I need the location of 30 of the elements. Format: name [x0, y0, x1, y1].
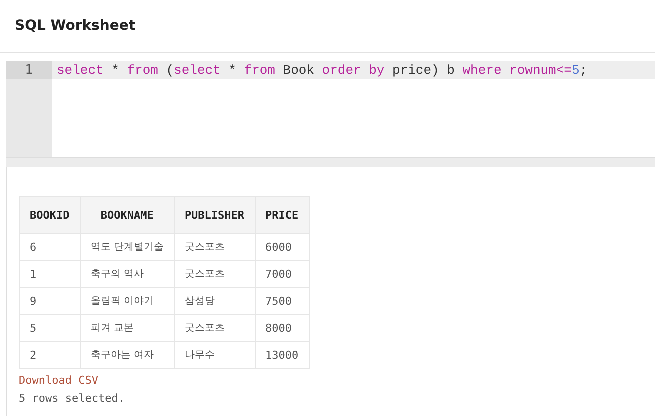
splitter-bar[interactable]: [6, 158, 655, 167]
table-cell: 역도 단계별기술: [80, 234, 174, 260]
page-title: SQL Worksheet: [15, 18, 136, 34]
table-cell: 피겨 교본: [80, 314, 174, 342]
download-link[interactable]: Download CSV: [19, 374, 98, 387]
table-cell: 나무수: [174, 342, 256, 368]
table-cell: 13000: [255, 342, 310, 368]
table-cell: 삼성당: [174, 288, 256, 314]
table-cell: 축구의 역사: [80, 260, 174, 288]
status-text: 5 rows selected.: [19, 392, 125, 405]
table-cell: 1: [20, 260, 80, 288]
table-cell: 굿스포츠: [174, 260, 256, 288]
table-cell: 6000: [255, 234, 310, 260]
column-header: BOOKID: [20, 196, 80, 234]
line-number: 1: [6, 61, 52, 79]
table-cell: 7000: [255, 260, 310, 288]
table-cell: 7500: [255, 288, 310, 314]
table-cell: 굿스포츠: [174, 314, 256, 342]
table-cell: 5: [20, 314, 80, 342]
table-cell: 9: [20, 288, 80, 314]
table-cell: 축구아는 여자: [80, 342, 174, 368]
code-editor[interactable]: 1 select * from (select * from Book order by price) b where rownum<=5;: [6, 61, 655, 158]
table-cell: 2: [20, 342, 80, 368]
table-cell: 6: [20, 234, 80, 260]
table-cell: 8000: [255, 314, 310, 342]
column-header: PRICE: [255, 196, 310, 234]
table-cell: 굿스포츠: [174, 234, 256, 260]
column-header: BOOKNAME: [80, 196, 174, 234]
column-header: PUBLISHER: [174, 196, 256, 234]
table-cell: 올림픽 이야기: [80, 288, 174, 314]
